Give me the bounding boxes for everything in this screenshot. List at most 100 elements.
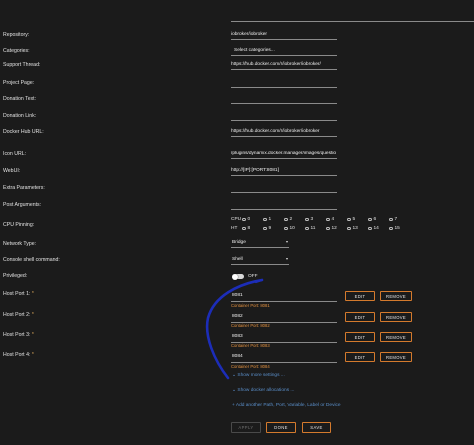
edit-button[interactable]: EDIT [345, 352, 375, 362]
ht-tag: HT [231, 226, 238, 231]
docker-hub-url-label: Docker Hub URL: [3, 129, 44, 135]
ht-row: HT 8 9 10 11 12 13 14 15 [231, 226, 410, 231]
host-port-label: Host Port 2: * [3, 312, 34, 318]
show-docker-allocations-link[interactable]: ⌄ Show docker allocations ... [232, 388, 294, 393]
ht-core[interactable]: 11 [305, 226, 326, 231]
privileged-state: OFF [248, 274, 258, 279]
donation-link-field[interactable] [231, 111, 337, 121]
remove-button[interactable]: REMOVE [380, 352, 412, 362]
host-port-value: 8081 [232, 293, 243, 298]
cpu-tag: CPU [231, 217, 242, 222]
ht-core[interactable]: 14 [368, 226, 389, 231]
console-shell-select[interactable]: Shell [231, 255, 289, 265]
container-port-hint: Container Port: 8082 [231, 323, 270, 328]
host-port-label: Host Port 4: * [3, 352, 34, 358]
host-port-field[interactable] [231, 353, 337, 363]
cpu-row: CPU 0 1 2 3 4 5 6 7 [231, 217, 410, 222]
save-button[interactable]: SAVE [302, 422, 331, 433]
required-mark: * [31, 352, 34, 358]
webui-value: http://[IP]:[PORT:8081] [231, 168, 279, 173]
required-mark: * [31, 312, 34, 318]
container-port-hint: Container Port: 8084 [231, 364, 270, 369]
privileged-label: Privileged: [3, 273, 28, 279]
radio-icon[interactable] [368, 217, 372, 222]
network-type-value: Bridge [232, 240, 246, 245]
post-arguments-label: Post Arguments: [3, 202, 42, 208]
host-port-value: 8082 [232, 314, 243, 319]
radio-icon[interactable] [305, 217, 309, 222]
radio-icon[interactable] [347, 226, 351, 231]
cpu-core[interactable]: 6 [368, 217, 389, 222]
docker-hub-url-value: https://hub.docker.com/r/iobroker/iobrok… [231, 129, 320, 134]
cpu-core[interactable]: 1 [263, 217, 284, 222]
radio-icon[interactable] [284, 226, 288, 231]
host-port-label: Host Port 3: * [3, 332, 34, 338]
radio-icon[interactable] [326, 217, 330, 222]
radio-icon[interactable] [389, 226, 393, 231]
privileged-toggle[interactable] [232, 273, 244, 280]
show-more-settings-link[interactable]: ⌄ Show more settings ... [232, 373, 285, 378]
radio-icon[interactable] [347, 217, 351, 222]
cpu-core[interactable]: 0 [242, 217, 263, 222]
cpu-core[interactable]: 7 [389, 217, 410, 222]
chevron-down-icon [286, 241, 288, 243]
radio-icon[interactable] [284, 217, 288, 222]
remove-button[interactable]: REMOVE [380, 291, 412, 301]
ht-core[interactable]: 15 [389, 226, 410, 231]
radio-icon[interactable] [368, 226, 372, 231]
support-thread-label: Support Thread: [3, 62, 41, 68]
add-another-link[interactable]: + Add another Path, Port, Variable, Labe… [232, 403, 341, 408]
edit-button[interactable]: EDIT [345, 312, 375, 322]
top-field[interactable] [231, 12, 474, 22]
cpu-core[interactable]: 2 [284, 217, 305, 222]
radio-icon[interactable] [263, 217, 267, 222]
cpu-core[interactable]: 4 [326, 217, 347, 222]
ht-core[interactable]: 13 [347, 226, 368, 231]
host-port-value: 8083 [232, 334, 243, 339]
donation-text-field[interactable] [231, 94, 337, 104]
ht-core[interactable]: 8 [242, 226, 263, 231]
host-port-field[interactable] [231, 292, 337, 302]
ht-core[interactable]: 12 [326, 226, 347, 231]
apply-button[interactable]: APPLY [231, 422, 261, 433]
radio-icon[interactable] [242, 226, 246, 231]
support-thread-value: https://hub.docker.com/r/iobroker/iobrok… [231, 62, 321, 67]
remove-button[interactable]: REMOVE [380, 312, 412, 322]
donation-text-label: Donation Text: [3, 96, 37, 102]
required-mark: * [31, 332, 34, 338]
required-mark: * [31, 291, 34, 297]
project-page-field[interactable] [231, 78, 337, 88]
remove-button[interactable]: REMOVE [380, 332, 412, 342]
toggle-knob [232, 273, 238, 280]
container-port-hint: Container Port: 8083 [231, 343, 270, 348]
cpu-core[interactable]: 5 [347, 217, 368, 222]
network-type-select[interactable]: Bridge [231, 238, 289, 248]
radio-icon[interactable] [263, 226, 267, 231]
extra-parameters-field[interactable] [231, 183, 337, 193]
plus-icon: + [232, 403, 235, 408]
icon-url-label: Icon URL: [3, 151, 27, 157]
repository-label: Repository: [3, 32, 30, 38]
radio-icon[interactable] [305, 226, 309, 231]
radio-icon[interactable] [242, 217, 246, 222]
radio-icon[interactable] [389, 217, 393, 222]
network-type-label: Network Type: [3, 241, 37, 247]
done-button[interactable]: DONE [266, 422, 296, 433]
console-shell-label: Console shell command: [3, 257, 60, 263]
host-port-field[interactable] [231, 333, 337, 343]
chevron-down-icon [286, 258, 288, 260]
donation-link-label: Donation Link: [3, 113, 37, 119]
ht-core[interactable]: 10 [284, 226, 305, 231]
edit-button[interactable]: EDIT [345, 332, 375, 342]
chevron-down-icon: ⌄ [232, 373, 237, 378]
ht-core[interactable]: 9 [263, 226, 284, 231]
post-arguments-field[interactable] [231, 200, 337, 210]
edit-button[interactable]: EDIT [345, 291, 375, 301]
radio-icon[interactable] [326, 226, 330, 231]
host-port-field[interactable] [231, 313, 337, 323]
extra-parameters-label: Extra Parameters: [3, 185, 45, 191]
cpu-core[interactable]: 3 [305, 217, 326, 222]
categories-value: Select categories... [234, 48, 275, 53]
console-shell-value: Shell [232, 257, 243, 262]
host-port-label: Host Port 1: * [3, 291, 34, 297]
